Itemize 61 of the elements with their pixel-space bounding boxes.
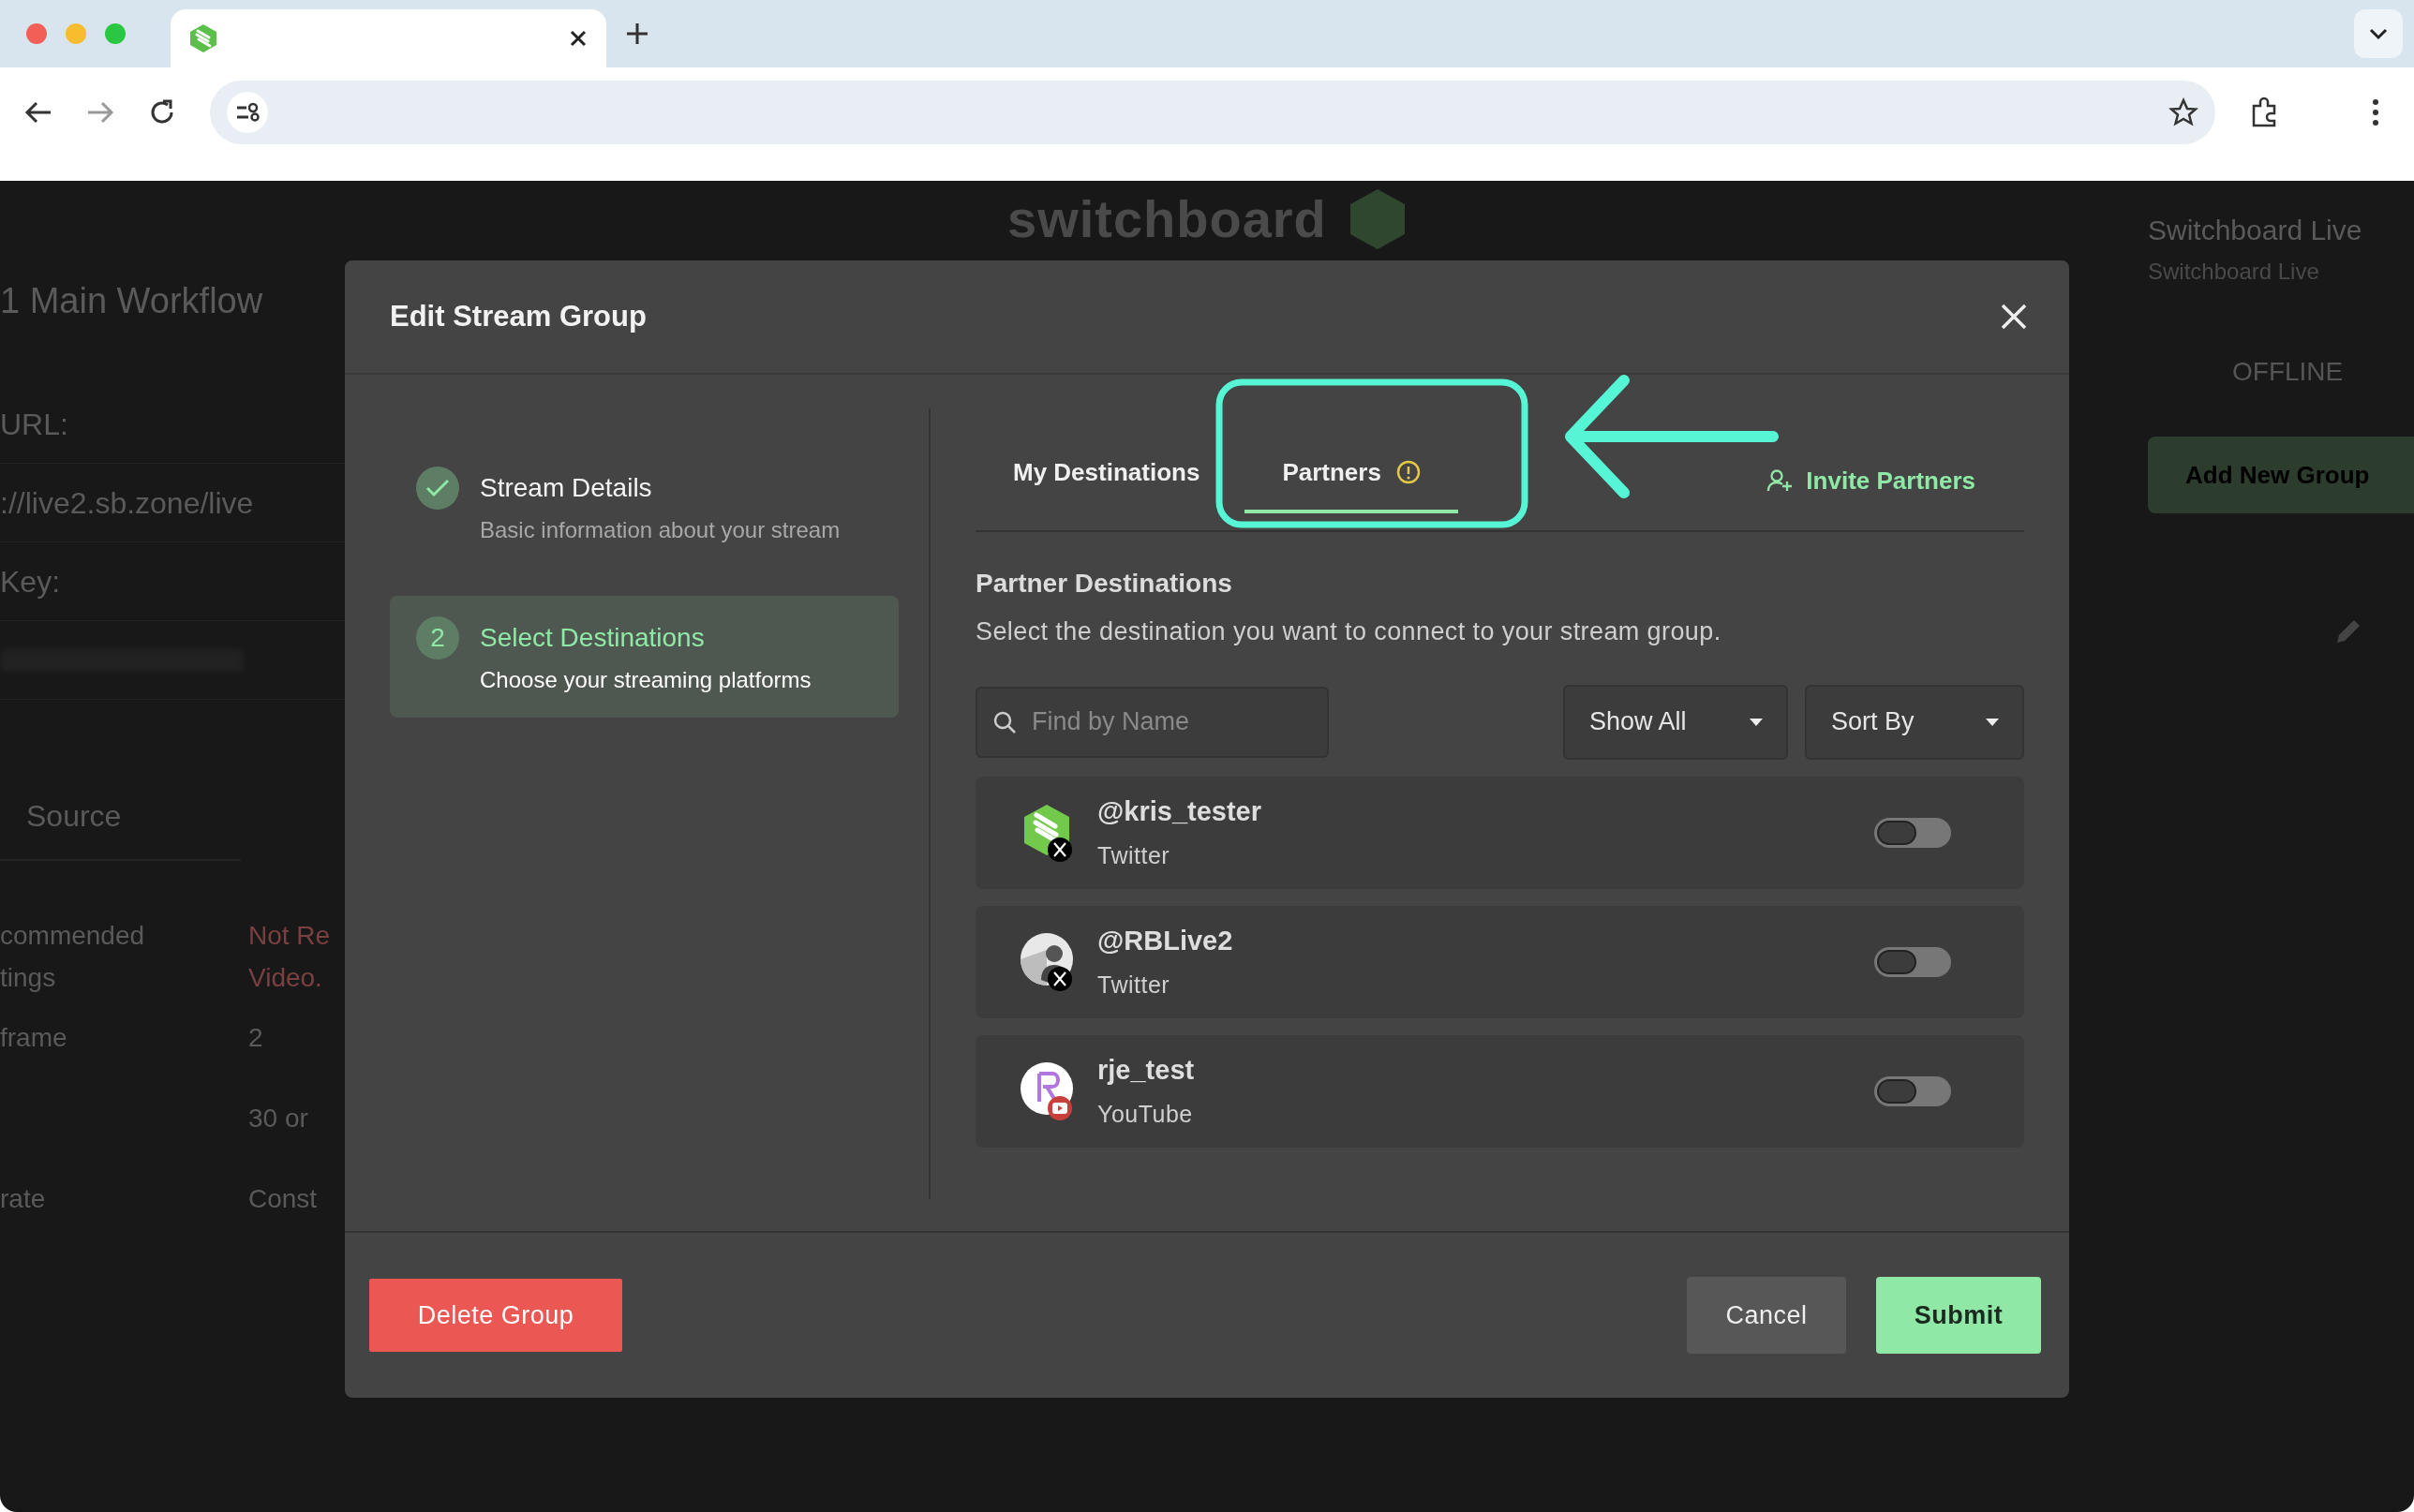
destination-name: @kris_tester xyxy=(1097,795,1261,828)
setting-value: Const xyxy=(248,1182,318,1215)
destination-platform: YouTube xyxy=(1097,1099,1194,1129)
more-menu-icon[interactable] xyxy=(2371,98,2380,126)
dropdown[interactable]: Sort By xyxy=(1805,684,2024,760)
hexagon-logo-icon xyxy=(189,23,217,53)
destination-name: @RBLive2 xyxy=(1097,925,1233,957)
step-check-icon xyxy=(416,467,459,510)
dropdown[interactable]: Show All xyxy=(1563,684,1788,760)
search-field[interactable]: Find by Name xyxy=(976,686,1329,758)
close-icon[interactable] xyxy=(569,29,588,48)
step-description: Choose your streaming platforms xyxy=(480,666,812,694)
search-icon xyxy=(992,709,1017,734)
setting-value: 30 or xyxy=(248,1102,308,1134)
field-label: URL: xyxy=(0,406,68,443)
toggle-switch[interactable] xyxy=(1874,1075,1951,1106)
toggle-switch[interactable] xyxy=(1874,946,1951,977)
toggle-switch[interactable] xyxy=(1874,817,1951,848)
setting-label: rate xyxy=(0,1182,47,1215)
destination-name: rje_test xyxy=(1097,1054,1195,1087)
window-control[interactable] xyxy=(26,23,47,44)
account-name: Switchboard Live xyxy=(2148,214,2363,247)
tab[interactable]: My Destinations xyxy=(976,435,1238,513)
field-value: ://live2.sb.zone/live xyxy=(0,484,254,522)
step-background[interactable]: 2 Select Destinations Choose your streaming platforms xyxy=(390,596,899,718)
setting-value: 2 xyxy=(248,1021,263,1054)
back-arrow-icon[interactable] xyxy=(24,100,52,125)
user-plus-icon xyxy=(1766,468,1794,493)
tab-menu-button[interactable] xyxy=(2354,9,2403,58)
destination-platform: Twitter xyxy=(1097,840,1171,870)
status-label: OFFLINE xyxy=(2232,356,2345,388)
section-description: Select the destination you want to connect to your stream group. xyxy=(976,616,1722,647)
setting-value: Not Re Video. xyxy=(248,920,331,994)
page-title: 1 Main Workflow xyxy=(0,280,264,322)
tune-icon xyxy=(235,102,260,123)
play-badge-icon xyxy=(1047,1094,1073,1121)
site-info-button[interactable] xyxy=(227,92,268,133)
warning-icon xyxy=(1395,460,1421,484)
submit-button[interactable]: Submit xyxy=(1876,1277,2041,1354)
step-title: Select Destinations xyxy=(480,622,706,654)
cancel-button[interactable]: Cancel xyxy=(1687,1277,1846,1354)
field-label: Key: xyxy=(0,563,61,600)
setting-label: commended tings xyxy=(0,920,146,994)
caret-icon xyxy=(1749,717,1764,727)
setting-label: frame xyxy=(0,1021,68,1054)
destination-platform: Twitter xyxy=(1097,970,1171,1000)
forward-arrow-icon[interactable] xyxy=(86,100,114,125)
new-tab-icon[interactable] xyxy=(625,22,649,46)
modal-title: Edit Stream Group xyxy=(390,298,647,334)
star-icon[interactable] xyxy=(2168,97,2198,127)
section-title: Partner Destinations xyxy=(976,568,1233,600)
step-number: 2 xyxy=(416,616,459,660)
chevron-down-icon xyxy=(2369,27,2388,40)
invite-partners-link[interactable]: Invite Partners xyxy=(1766,449,1975,499)
x-badge-icon xyxy=(1047,836,1073,863)
tab[interactable]: Partners xyxy=(1244,435,1458,513)
hexagon-logo-icon xyxy=(1349,188,1406,250)
caret-icon xyxy=(1985,717,2000,727)
x-badge-icon xyxy=(1047,965,1073,992)
step-description: Basic information about your stream xyxy=(480,516,841,544)
step-title[interactable]: Stream Details xyxy=(480,467,841,510)
